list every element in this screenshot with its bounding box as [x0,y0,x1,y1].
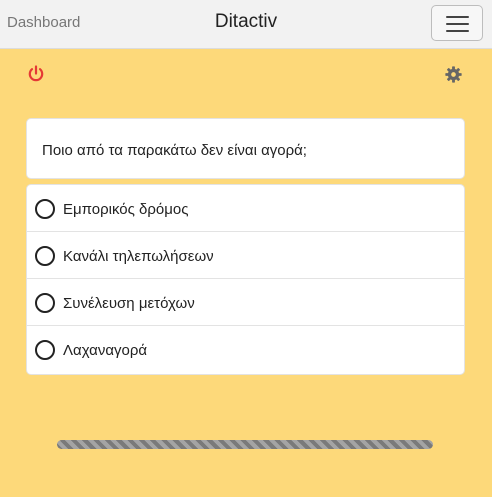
app-title: Ditactiv [214,11,278,32]
gear-icon[interactable] [445,66,462,83]
question-card: Ποιο από τα παρακάτω δεν είναι αγορά; [26,118,465,179]
answer-list: Εμπορικός δρόμος Κανάλι τηλεπωλήσεων Συν… [26,184,465,375]
progress-bar [57,440,433,449]
answer-option[interactable]: Κανάλι τηλεπωλήσεων [27,232,464,279]
question-text: Ποιο από τα παρακάτω δεν είναι αγορά; [42,142,307,159]
radio-button[interactable] [35,340,55,360]
hamburger-icon [446,16,469,18]
radio-button[interactable] [35,246,55,266]
hamburger-icon-bar [446,30,469,32]
top-navbar: Dashboard Ditactiv [0,0,492,49]
answer-option[interactable]: Λαχαναγορά [27,326,464,373]
answer-label: Συνέλευση μετόχων [63,295,195,312]
answer-option[interactable]: Συνέλευση μετόχων [27,279,464,326]
hamburger-icon-bar [446,23,469,25]
radio-button[interactable] [35,199,55,219]
answer-label: Λαχαναγορά [63,342,148,359]
answer-label: Εμπορικός δρόμος [63,201,189,218]
radio-button[interactable] [35,293,55,313]
answer-option[interactable]: Εμπορικός δρόμος [27,185,464,232]
menu-toggle-button[interactable] [431,5,483,41]
answer-label: Κανάλι τηλεπωλήσεων [63,248,214,265]
power-icon[interactable] [27,65,45,83]
